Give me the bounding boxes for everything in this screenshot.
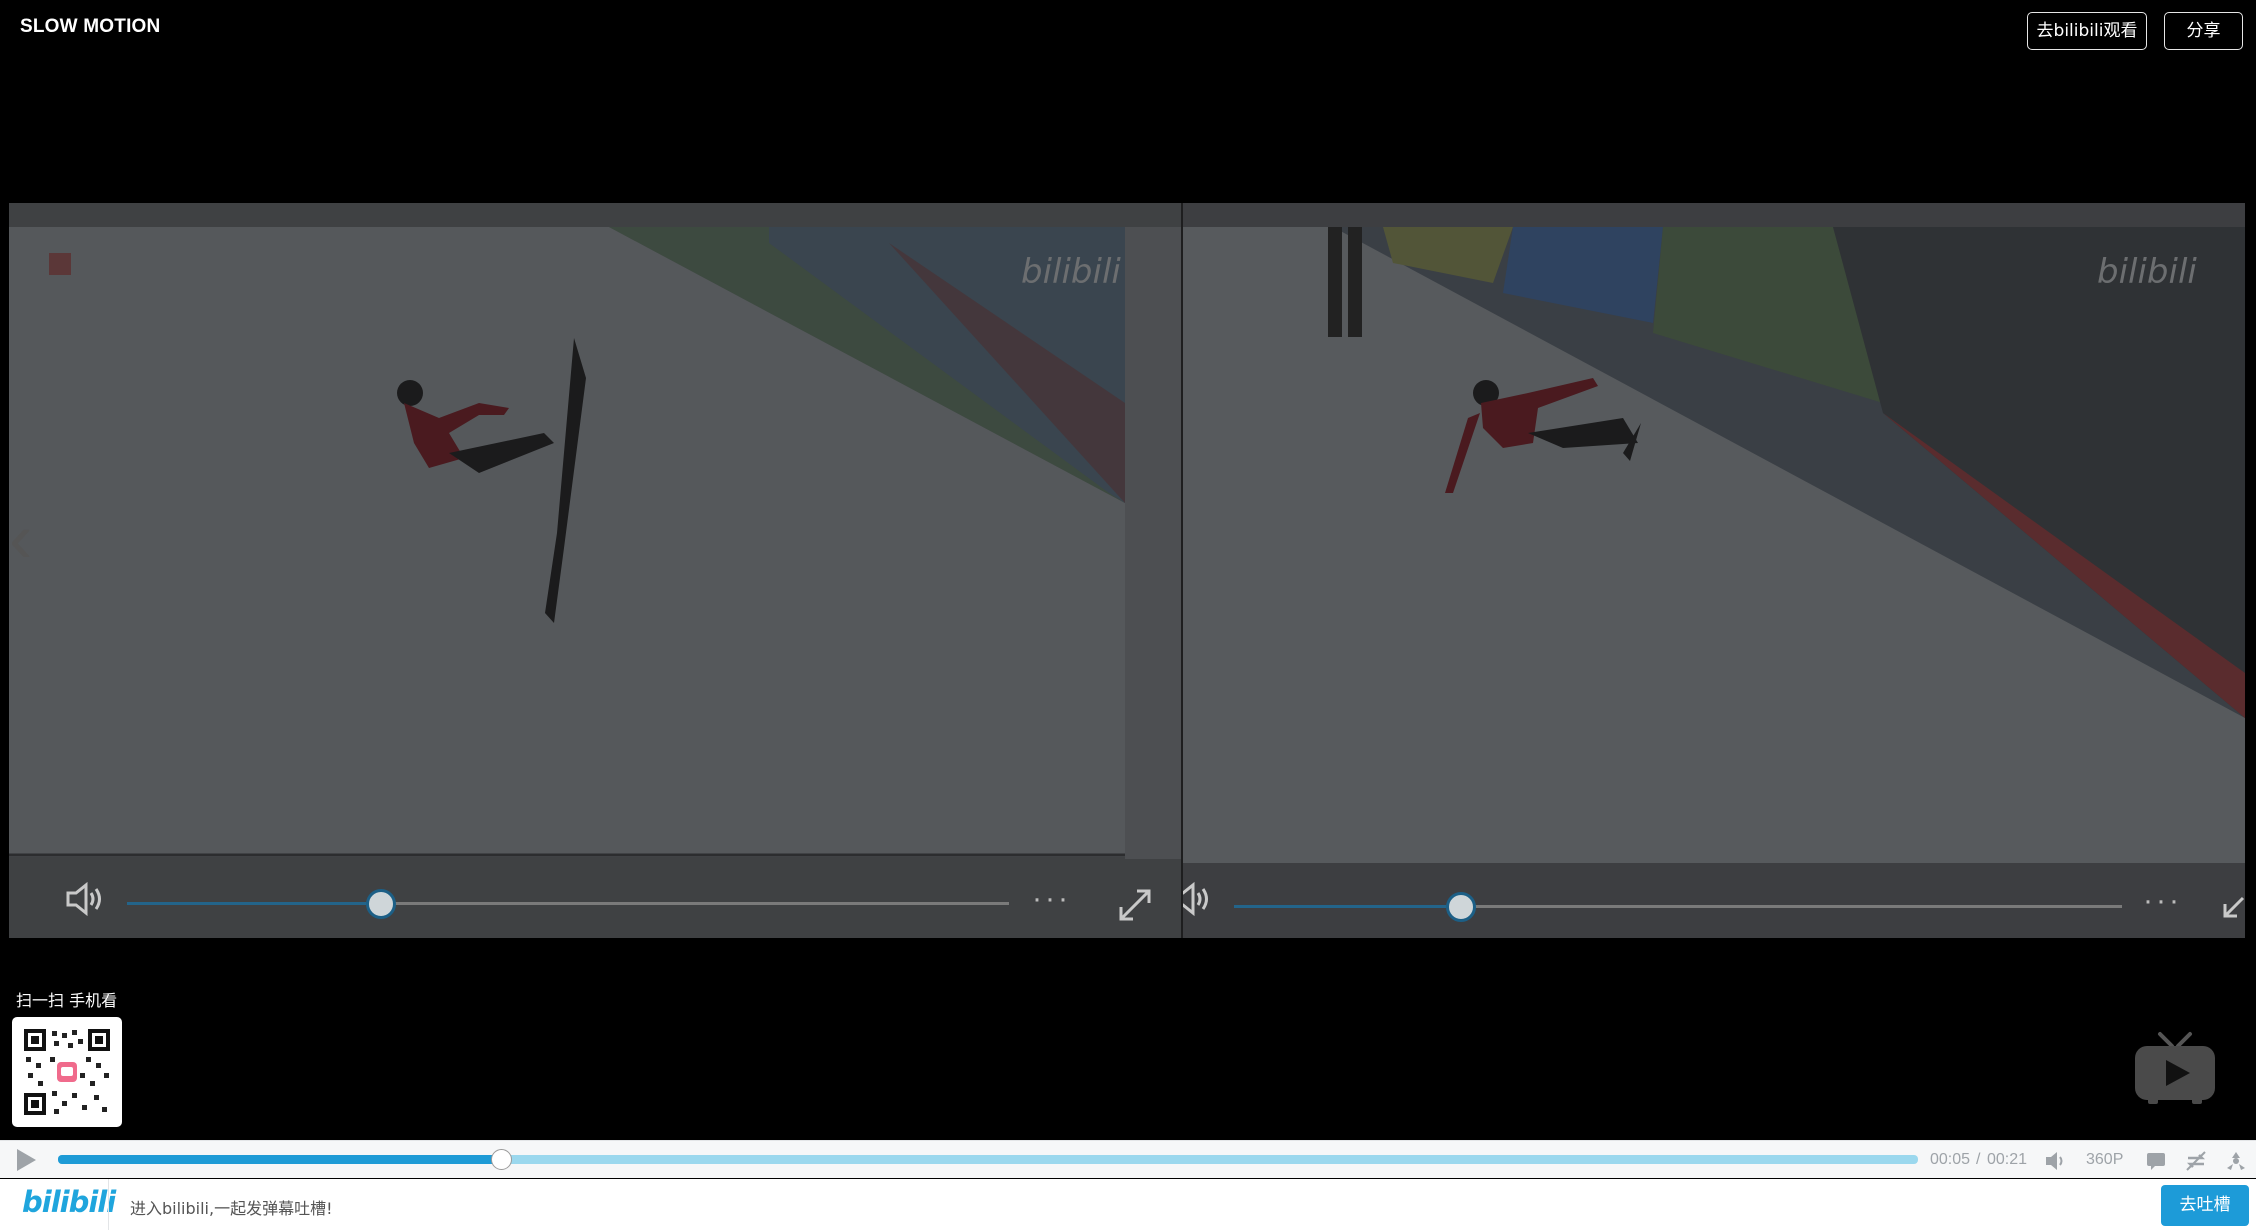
bilibili-logo[interactable]: bilibili	[22, 1185, 116, 1219]
video-frame[interactable]: bilibili ‹ ··· bilibili ···	[9, 203, 2245, 938]
danmaku-toggle-icon[interactable]	[2145, 1150, 2167, 1172]
current-time: 00:05	[1930, 1151, 1971, 1168]
video-title: SLOW MOTION	[20, 16, 161, 37]
main-progress-fill	[58, 1155, 501, 1164]
logo-divider	[108, 1179, 109, 1230]
more-options-icon[interactable]: ···	[2143, 884, 2182, 918]
qr-title: 扫一扫 手机看	[16, 991, 118, 1010]
open-in-bilibili-button[interactable]: 去bilibili观看	[2027, 12, 2147, 50]
snowboarder-scene-right: bilibili	[1183, 203, 2245, 938]
main-progress-bar[interactable]	[58, 1149, 1918, 1170]
qr-code	[12, 1017, 122, 1127]
left-pane-controls: ···	[9, 858, 1181, 938]
left-seek-track[interactable]	[127, 902, 1009, 905]
right-seek-knob[interactable]	[1446, 892, 1476, 922]
volume-icon[interactable]	[1183, 880, 1219, 918]
fullscreen-icon[interactable]	[1117, 887, 1153, 923]
danmaku-bar: bilibili 进入bilibili,一起发弹幕吐槽! 去吐槽	[0, 1179, 2256, 1230]
quality-selector[interactable]: 360P	[2086, 1151, 2123, 1169]
widescreen-icon[interactable]	[2224, 1150, 2248, 1172]
right-pane-controls: ···	[1183, 858, 2245, 938]
volume-icon[interactable]	[64, 880, 108, 918]
left-seek-knob[interactable]	[366, 889, 396, 919]
loop-icon[interactable]	[2184, 1150, 2208, 1172]
play-icon[interactable]	[14, 1148, 38, 1172]
more-options-icon[interactable]: ···	[1032, 882, 1071, 916]
player-control-bar: 00:05 / 00:21 360P	[0, 1140, 2256, 1178]
send-danmaku-button[interactable]: 去吐槽	[2161, 1185, 2249, 1226]
left-seek-fill	[127, 902, 389, 905]
tv-play-icon[interactable]	[2130, 1030, 2220, 1106]
share-button[interactable]: 分享	[2164, 12, 2243, 50]
right-seek-track[interactable]	[1234, 905, 2122, 908]
snowboarder-scene-left: bilibili	[9, 203, 1181, 938]
main-progress-knob[interactable]	[490, 1149, 512, 1170]
duration: 00:21	[1987, 1151, 2028, 1168]
danmaku-input[interactable]: 进入bilibili,一起发弹幕吐槽!	[130, 1195, 333, 1219]
video-pane-left: bilibili ‹ ···	[9, 203, 1181, 938]
video-pane-right: bilibili ···	[1183, 203, 2245, 938]
chevron-left-icon[interactable]: ‹	[9, 503, 32, 573]
video-embed-page: SLOW MOTION 去bilibili观看 分享 bilibili ‹ ··…	[0, 0, 2256, 1230]
qr-code-image	[24, 1029, 110, 1115]
fullscreen-icon[interactable]	[2223, 896, 2245, 918]
watermark-left: bilibili	[1021, 252, 1121, 292]
volume-icon[interactable]	[2044, 1150, 2066, 1172]
watermark-right: bilibili	[2097, 252, 2197, 292]
time-separator: /	[1976, 1151, 1981, 1168]
right-seek-fill	[1234, 905, 1459, 908]
